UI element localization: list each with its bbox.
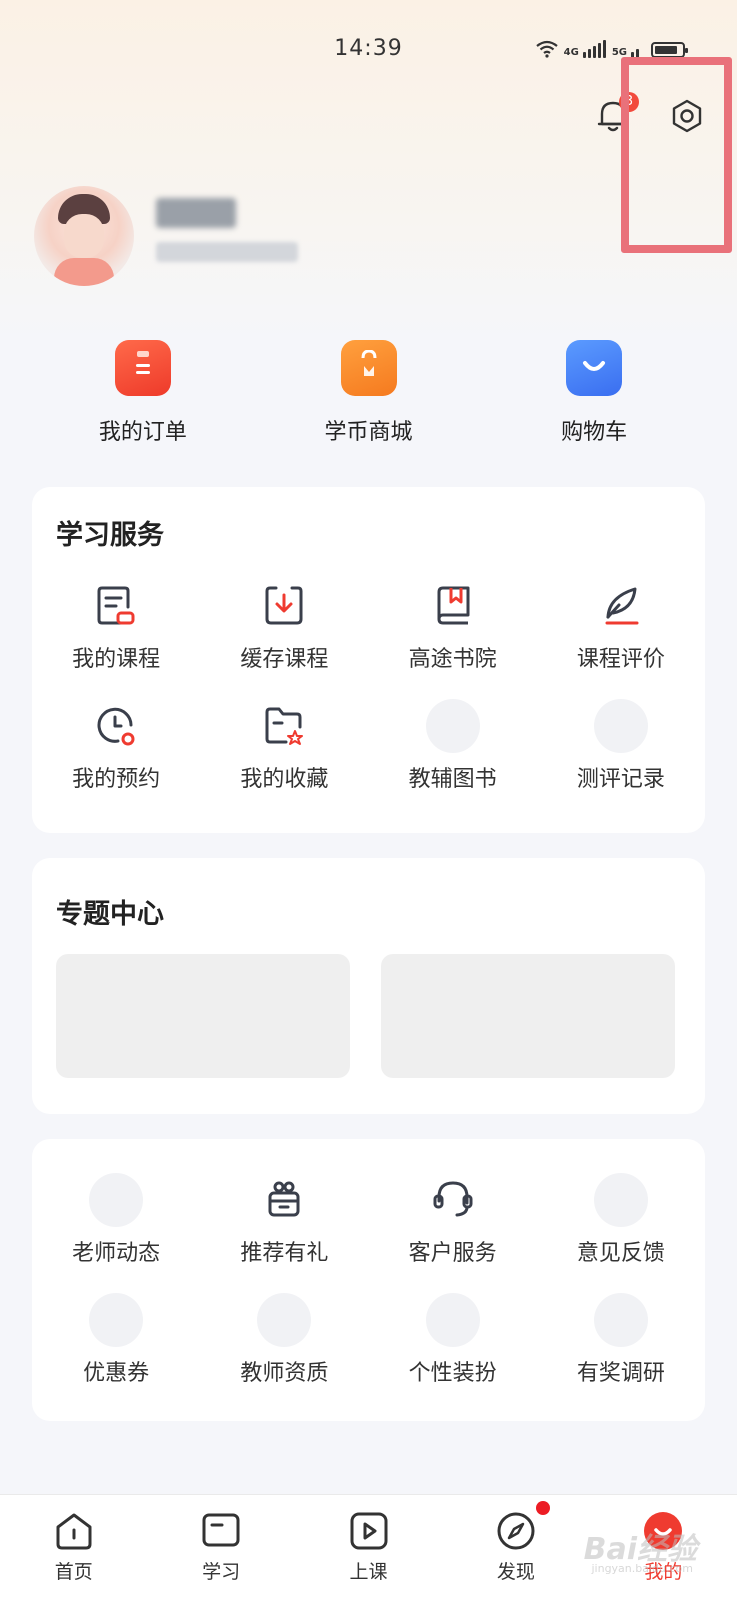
user-subtitle-redacted <box>156 242 298 262</box>
signal-bars-icon <box>582 40 606 58</box>
download-icon <box>257 579 311 633</box>
service-my-appointments[interactable]: 我的预约 <box>32 699 200 819</box>
service-prize-survey[interactable]: 有奖调研 <box>537 1293 705 1413</box>
study-services-grid: 我的课程 缓存课程 高途书院 课程评价 我的预约 我的收藏 教辅图书 测评记录 <box>32 579 705 819</box>
placeholder-icon <box>257 1293 312 1347</box>
profile-icon <box>641 1509 685 1553</box>
bottom-tab-bar: 首页 学习 上课 发现 我的 <box>0 1494 737 1600</box>
placeholder-icon <box>89 1173 144 1227</box>
more-services-card: 老师动态 推荐有礼 客户服务 意见反馈 优惠券 教师资质 个性装扮 有奖调研 <box>32 1139 705 1421</box>
clipboard-icon <box>114 340 171 396</box>
service-teacher-updates[interactable]: 老师动态 <box>32 1173 200 1293</box>
feather-pen-icon <box>594 579 648 633</box>
tab-home[interactable]: 首页 <box>0 1495 147 1600</box>
wifi-icon <box>535 40 558 58</box>
tab-class[interactable]: 上课 <box>295 1495 442 1600</box>
placeholder-icon <box>425 699 480 753</box>
placeholder-icon <box>593 1293 648 1347</box>
username-redacted <box>156 198 236 228</box>
service-tutoring-books[interactable]: 教辅图书 <box>369 699 537 819</box>
service-course-review[interactable]: 课程评价 <box>537 579 705 699</box>
tab-mine[interactable]: 我的 <box>590 1495 737 1600</box>
book-icon <box>426 579 480 633</box>
new-content-dot <box>535 1501 550 1515</box>
service-my-favorites[interactable]: 我的收藏 <box>200 699 368 819</box>
gift-icon <box>257 1173 311 1227</box>
service-gaotu-academy[interactable]: 高途书院 <box>369 579 537 699</box>
avatar[interactable] <box>34 186 134 286</box>
service-my-courses[interactable]: 我的课程 <box>32 579 200 699</box>
topic-center-card: 专题中心 <box>32 858 705 1114</box>
service-coupons[interactable]: 优惠券 <box>32 1293 200 1413</box>
study-icon <box>199 1509 243 1553</box>
section-title: 专题中心 <box>56 899 164 930</box>
battery-icon <box>651 42 688 58</box>
headset-icon <box>426 1173 480 1227</box>
quick-link-cart[interactable]: 购物车 <box>481 340 707 446</box>
service-customer-support[interactable]: 客户服务 <box>369 1173 537 1293</box>
home-icon <box>52 1509 96 1553</box>
more-services-grid: 老师动态 推荐有礼 客户服务 意见反馈 优惠券 教师资质 个性装扮 有奖调研 <box>32 1173 705 1413</box>
quick-link-coin-mall[interactable]: 学币商城 <box>256 340 482 446</box>
shopping-bag-icon <box>340 340 397 396</box>
service-feedback[interactable]: 意见反馈 <box>537 1173 705 1293</box>
folder-star-icon <box>257 699 311 753</box>
service-referral-gift[interactable]: 推荐有礼 <box>200 1173 368 1293</box>
study-services-card: 学习服务 我的课程 缓存课程 高途书院 课程评价 我的预约 我的收藏 教辅图书 … <box>32 487 705 833</box>
status-icons: 4G 5G <box>535 40 688 58</box>
service-personal-theme[interactable]: 个性装扮 <box>369 1293 537 1413</box>
clock-icon <box>89 699 143 753</box>
service-cached-courses[interactable]: 缓存课程 <box>200 579 368 699</box>
quick-link-orders[interactable]: 我的订单 <box>30 340 256 446</box>
section-title: 学习服务 <box>56 520 164 551</box>
profile-header[interactable] <box>34 186 694 296</box>
placeholder-icon <box>593 1173 648 1227</box>
cart-icon <box>566 340 623 396</box>
course-doc-icon <box>89 579 143 633</box>
placeholder-icon <box>593 699 648 753</box>
quick-links: 我的订单 学币商城 购物车 <box>30 340 707 446</box>
placeholder-icon <box>425 1293 480 1347</box>
placeholder-icon <box>89 1293 144 1347</box>
topic-banner-right[interactable] <box>381 954 675 1078</box>
service-assessment-records[interactable]: 测评记录 <box>537 699 705 819</box>
service-teacher-credentials[interactable]: 教师资质 <box>200 1293 368 1413</box>
network-type-4g: 4G <box>563 47 579 58</box>
compass-icon <box>494 1501 550 1553</box>
tab-study[interactable]: 学习 <box>147 1495 294 1600</box>
topic-banner-left[interactable] <box>56 954 350 1078</box>
tab-discover[interactable]: 发现 <box>442 1495 589 1600</box>
play-icon <box>347 1509 391 1553</box>
signal-bars-icon <box>631 40 639 58</box>
